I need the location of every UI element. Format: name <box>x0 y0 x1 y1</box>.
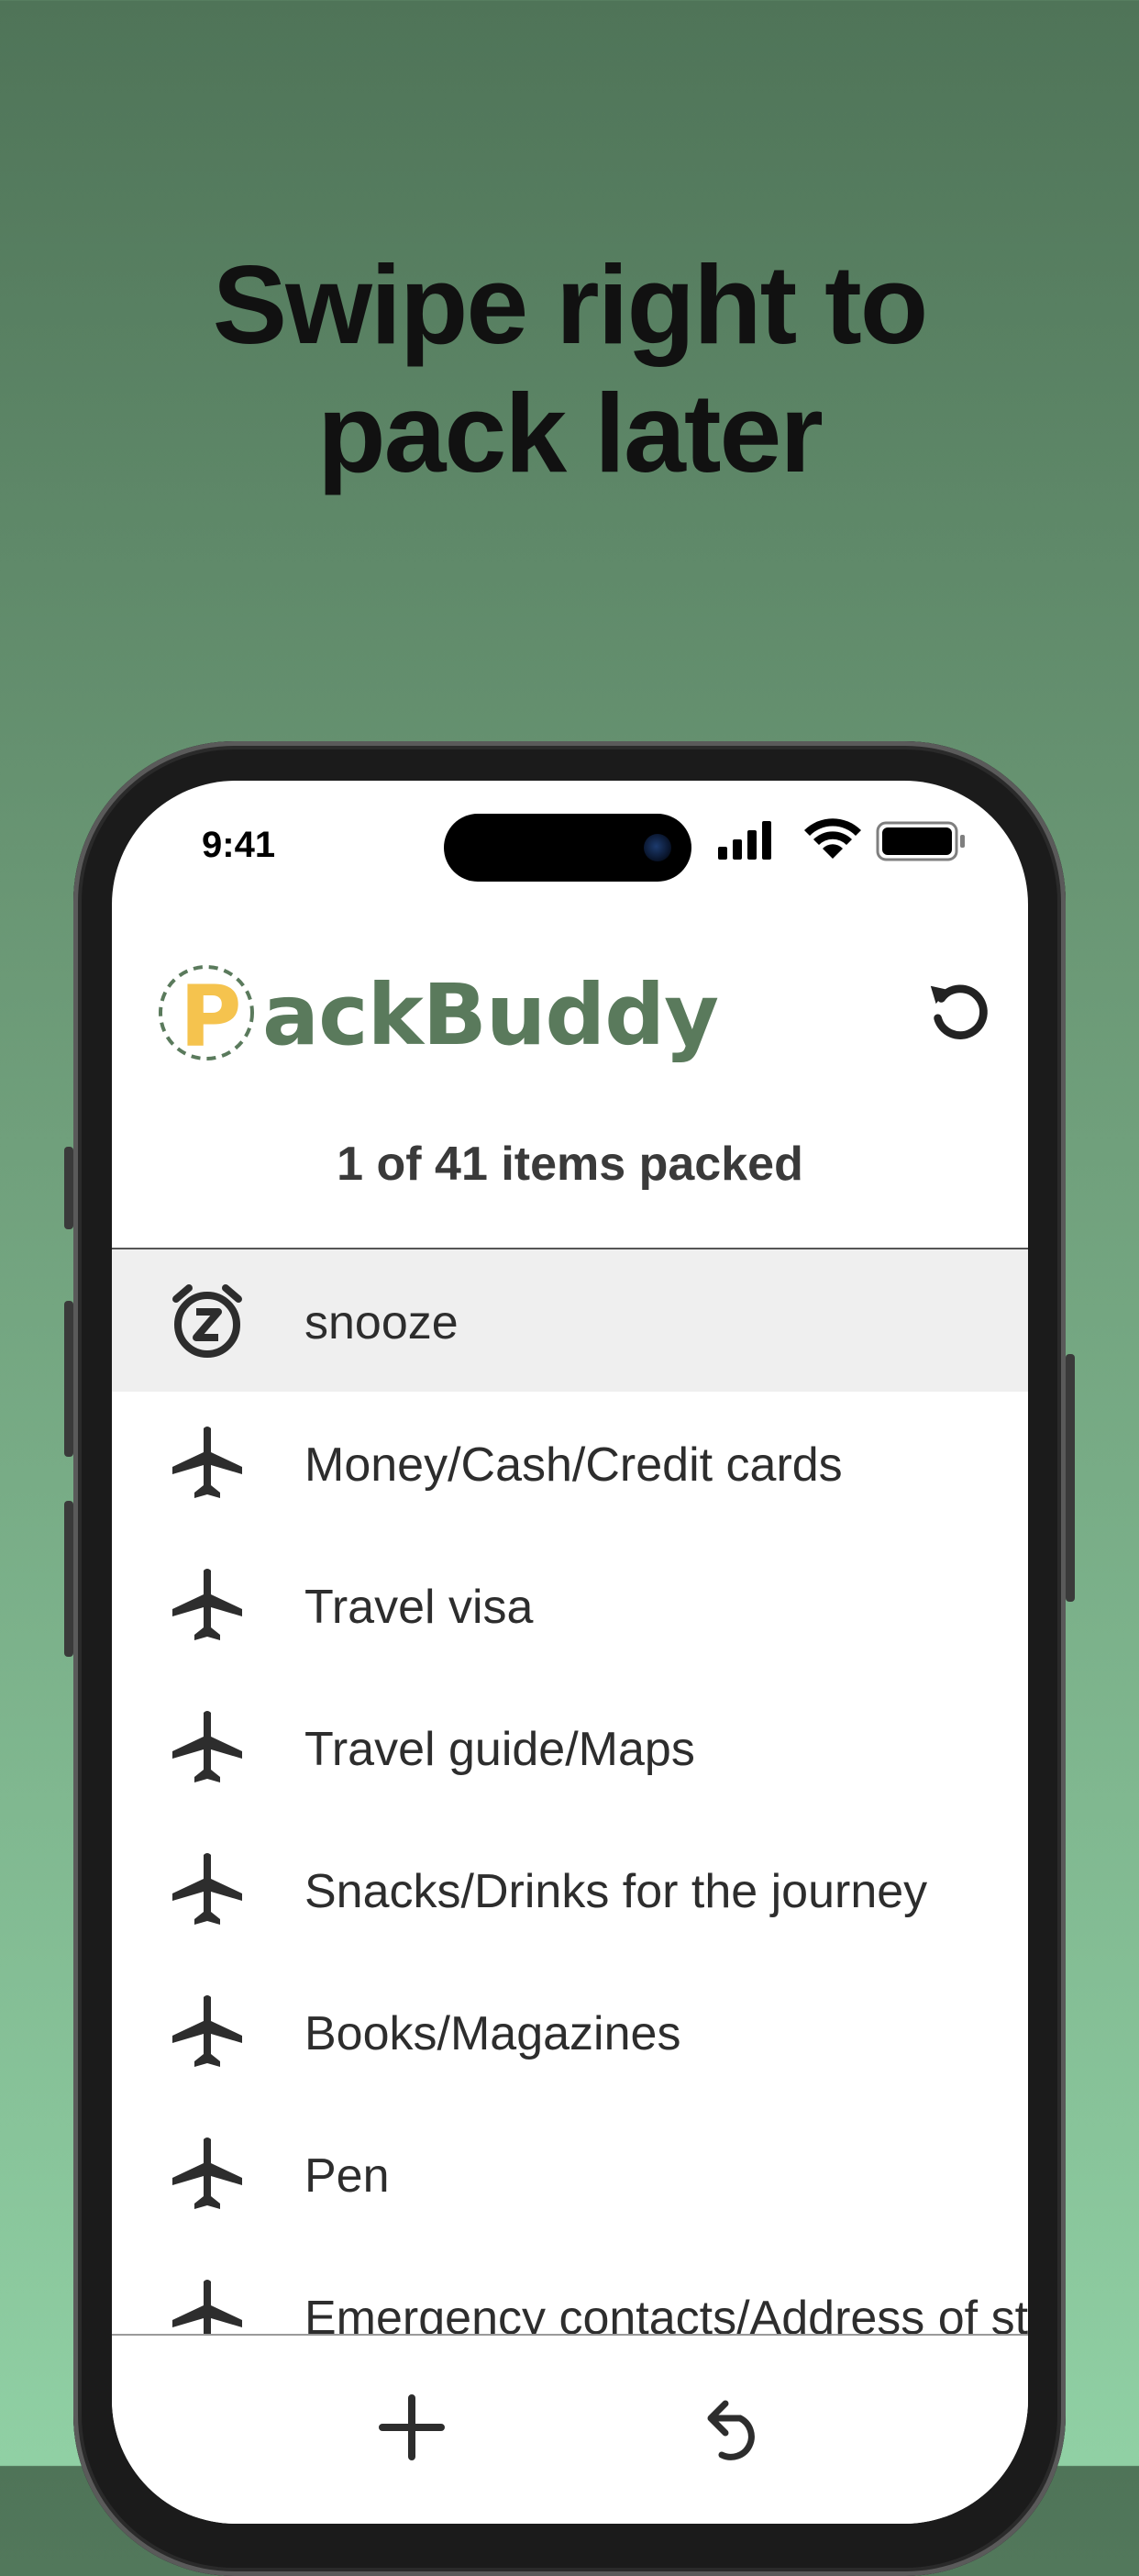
app-logo-text: ackBuddy <box>262 966 719 1064</box>
signal-icon <box>718 821 771 860</box>
airplane-icon <box>172 1569 242 1640</box>
airplane-icon <box>172 1427 242 1498</box>
list-item-label: Pen <box>304 2149 390 2203</box>
packing-list: snooze Money/Cash/Credit cards Travel vi… <box>112 1249 1028 2387</box>
airplane-icon <box>172 1995 242 2067</box>
headline: Swipe right to pack later <box>0 240 1139 497</box>
phone-screen: 9:41 P ackBuddy 1 of 41 items packed sno… <box>112 781 1028 2524</box>
camera-dot <box>644 834 671 861</box>
headline-line-2: pack later <box>317 371 824 495</box>
reset-icon[interactable] <box>923 977 995 1049</box>
logo-letter: P <box>180 968 242 1066</box>
list-item-label: Snacks/Drinks for the journey <box>304 1865 928 1918</box>
list-item[interactable]: Travel guide/Maps <box>112 1676 1028 1818</box>
undo-icon[interactable] <box>696 2391 769 2464</box>
alarm-snooze-icon <box>172 1284 242 1358</box>
status-time: 9:41 <box>202 825 276 865</box>
airplane-icon <box>172 1853 242 1925</box>
packed-count: 1 of 41 items packed <box>337 1138 803 1191</box>
airplane-icon <box>172 1711 242 1782</box>
dynamic-island <box>444 814 691 882</box>
list-item-label: Travel visa <box>304 1581 534 1634</box>
wifi-icon <box>804 818 861 859</box>
phone-side-button <box>64 1147 73 1229</box>
phone-volume-up-button <box>64 1301 73 1457</box>
phone-volume-down-button <box>64 1501 73 1657</box>
list-item[interactable]: Travel visa <box>112 1534 1028 1676</box>
phone-power-button <box>1066 1354 1075 1602</box>
list-item-label: snooze <box>304 1296 459 1349</box>
battery-icon <box>876 821 965 861</box>
airplane-icon <box>172 2137 242 2209</box>
list-item-label: Money/Cash/Credit cards <box>304 1438 843 1492</box>
bottom-toolbar <box>112 2334 1028 2524</box>
list-item[interactable]: Money/Cash/Credit cards <box>112 1392 1028 1534</box>
list-item-label: Travel guide/Maps <box>304 1723 695 1776</box>
plus-icon[interactable] <box>375 2391 448 2464</box>
list-item[interactable]: Books/Magazines <box>112 1960 1028 2103</box>
list-item[interactable]: snooze <box>112 1249 1028 1392</box>
list-item[interactable]: Pen <box>112 2103 1028 2245</box>
list-item[interactable]: Snacks/Drinks for the journey <box>112 1818 1028 1960</box>
list-item-label: Books/Magazines <box>304 2007 681 2060</box>
status-icons <box>718 818 965 861</box>
headline-line-1: Swipe right to <box>212 242 929 367</box>
